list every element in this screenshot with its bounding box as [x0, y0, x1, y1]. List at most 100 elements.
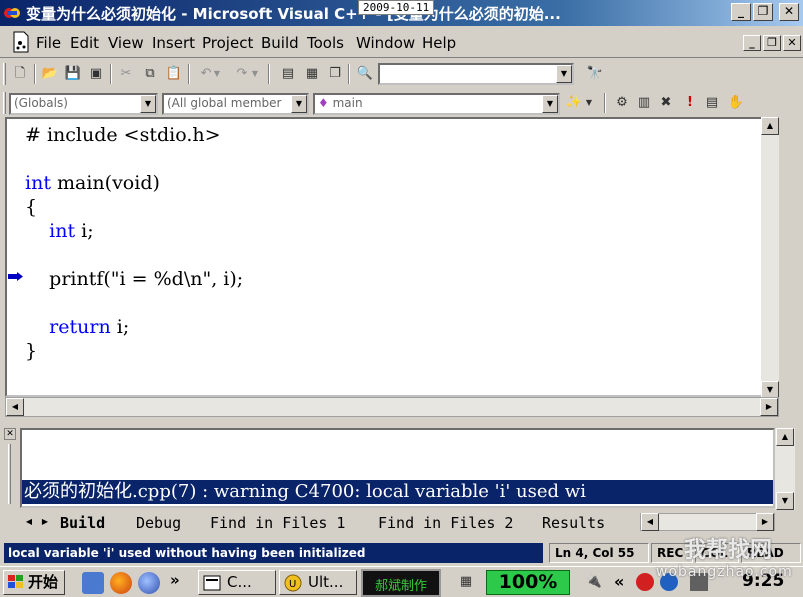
code-line[interactable]	[25, 243, 243, 267]
redo-dropdown-icon[interactable]: ▼	[250, 64, 260, 84]
output-horizontal-scrollbar[interactable]: ◀ ▶	[640, 513, 775, 531]
editor-vertical-scrollbar[interactable]: ▲ ▼	[761, 117, 779, 399]
scroll-right-icon[interactable]: ▶	[760, 398, 778, 416]
scroll-up-icon[interactable]: ▲	[761, 117, 779, 135]
find-icon[interactable]: 🔭	[585, 64, 605, 84]
code-line[interactable]	[25, 291, 243, 315]
taskbar-item-vc[interactable]: C...	[198, 570, 276, 595]
mdi-restore-button[interactable]: ❐	[763, 35, 781, 51]
editor-gutter[interactable]	[7, 119, 25, 395]
chevron-down-icon[interactable]: ▼	[291, 95, 307, 113]
menu-file[interactable]: File	[36, 34, 61, 52]
scroll-right-icon[interactable]: ▶	[756, 513, 774, 531]
start-button[interactable]: 开始	[3, 570, 65, 595]
paste-icon[interactable]: 📋	[164, 64, 184, 84]
scroll-down-icon[interactable]: ▼	[776, 492, 794, 510]
class-combo[interactable]: (Globals) ▼	[9, 93, 158, 115]
output-selected-line[interactable]: 必须的初始化.cpp(7) : warning C4700: local var…	[22, 480, 773, 504]
tab-results[interactable]: Results	[542, 514, 605, 532]
toolbar-grip[interactable]	[3, 92, 6, 114]
mdi-close-button[interactable]: ✕	[783, 35, 801, 51]
compile-icon[interactable]: ⚙	[612, 93, 632, 113]
undo-dropdown-icon[interactable]: ▼	[212, 64, 222, 84]
tab-debug[interactable]: Debug	[136, 514, 181, 532]
maker-badge[interactable]: 郝斌制作	[361, 569, 441, 597]
open-folder-icon[interactable]: 📂	[40, 64, 60, 84]
code-line[interactable]: }	[25, 339, 243, 363]
code-text[interactable]: # include <stdio.h> int main(void){ int i…	[25, 123, 243, 363]
menu-build[interactable]: Build	[261, 34, 299, 52]
output-window-icon[interactable]: ▦	[302, 64, 322, 84]
menu-project[interactable]: Project	[202, 34, 253, 52]
tray-network-icon[interactable]	[660, 573, 678, 591]
menu-insert[interactable]: Insert	[152, 34, 195, 52]
save-icon[interactable]: 💾	[63, 64, 83, 84]
tab-find-in-files-1[interactable]: Find in Files 1	[210, 514, 345, 532]
code-line[interactable]: {	[25, 195, 243, 219]
cut-icon[interactable]: ✂	[116, 64, 136, 84]
breakpoint-hand-icon[interactable]: ✋	[726, 93, 746, 113]
keyboard-icon[interactable]: ▦	[456, 572, 476, 592]
menu-window[interactable]: Window	[356, 34, 415, 52]
wizard-dropdown-icon[interactable]: ▼	[584, 93, 594, 113]
window-list-icon[interactable]: ❐	[325, 64, 345, 84]
function-combo[interactable]: ♦ main ▼	[313, 93, 560, 115]
build-icon[interactable]: ▥	[634, 93, 654, 113]
tab-build[interactable]: Build	[60, 514, 105, 532]
find-combo[interactable]: ▼	[378, 63, 574, 85]
code-line[interactable]: int main(void)	[25, 171, 243, 195]
copy-icon[interactable]: ⧉	[140, 64, 160, 84]
code-line[interactable]: printf("i = %d\n", i);	[25, 267, 243, 291]
output-dock-bar[interactable]: ✕	[4, 428, 18, 508]
output-vertical-scrollbar[interactable]: ▲ ▼	[775, 428, 795, 510]
chevron-down-icon[interactable]: ▼	[542, 95, 558, 113]
scroll-left-icon[interactable]: ◀	[641, 513, 659, 531]
chevron-down-icon[interactable]: ▼	[556, 65, 572, 83]
stop-build-icon[interactable]: ✖	[656, 93, 676, 113]
scroll-up-icon[interactable]: ▲	[776, 428, 794, 446]
code-editor[interactable]: # include <stdio.h> int main(void){ int i…	[5, 117, 779, 399]
go-icon[interactable]: ▤	[702, 93, 722, 113]
menu-edit[interactable]: Edit	[70, 34, 99, 52]
browser-icon[interactable]	[138, 572, 160, 594]
power-plug-icon[interactable]: 🔌	[584, 572, 604, 592]
find-in-files-icon[interactable]: 🔍	[355, 64, 375, 84]
tab-find-in-files-2[interactable]: Find in Files 2	[378, 514, 513, 532]
code-line[interactable]: return i;	[25, 315, 243, 339]
new-file-icon[interactable]: 🗋	[10, 64, 30, 84]
tray-expand[interactable]: «	[614, 572, 624, 591]
scroll-left-icon[interactable]: ◀	[6, 398, 24, 416]
menu-view[interactable]: View	[108, 34, 144, 52]
editor-horizontal-scrollbar[interactable]: ◀ ▶	[5, 397, 779, 417]
save-all-icon[interactable]: ▣	[86, 64, 106, 84]
execute-icon[interactable]: !	[680, 93, 700, 113]
restore-button[interactable]: ❐	[753, 3, 773, 21]
redo-icon[interactable]: ↷	[232, 64, 252, 84]
minimize-button[interactable]: _	[731, 3, 751, 21]
code-line[interactable]	[25, 147, 243, 171]
class-combo-value: (Globals)	[14, 96, 68, 110]
code-line[interactable]: int i;	[25, 219, 243, 243]
members-combo[interactable]: (All global member ▼	[162, 93, 309, 115]
output-close-icon[interactable]: ✕	[4, 428, 16, 440]
zoom-indicator[interactable]: 100%	[486, 570, 570, 595]
show-desktop-icon[interactable]	[82, 572, 104, 594]
tray-app-icon[interactable]	[636, 573, 654, 591]
mdi-minimize-button[interactable]: _	[743, 35, 761, 51]
chevron-down-icon[interactable]: ▼	[140, 95, 156, 113]
output-grip[interactable]	[8, 444, 11, 504]
firefox-icon[interactable]	[110, 572, 132, 594]
quick-launch-more[interactable]: »	[170, 571, 180, 589]
workspace-icon[interactable]: ▤	[278, 64, 298, 84]
toolbar-grip[interactable]	[3, 63, 6, 85]
close-button[interactable]: ✕	[779, 3, 799, 21]
wizard-action-icon[interactable]: ✨	[564, 93, 584, 113]
menu-help[interactable]: Help	[422, 34, 456, 52]
output-window[interactable]: 必须的初始化.cpp(7) : warning C4700: local var…	[20, 428, 775, 508]
clock[interactable]: 9:25	[742, 571, 784, 591]
current-line-arrow-icon	[8, 272, 23, 281]
menu-tools[interactable]: Tools	[307, 34, 344, 52]
code-line[interactable]: # include <stdio.h>	[25, 123, 243, 147]
taskbar-item-ultraedit[interactable]: U Ult...	[279, 570, 357, 595]
volume-icon[interactable]	[690, 573, 708, 591]
